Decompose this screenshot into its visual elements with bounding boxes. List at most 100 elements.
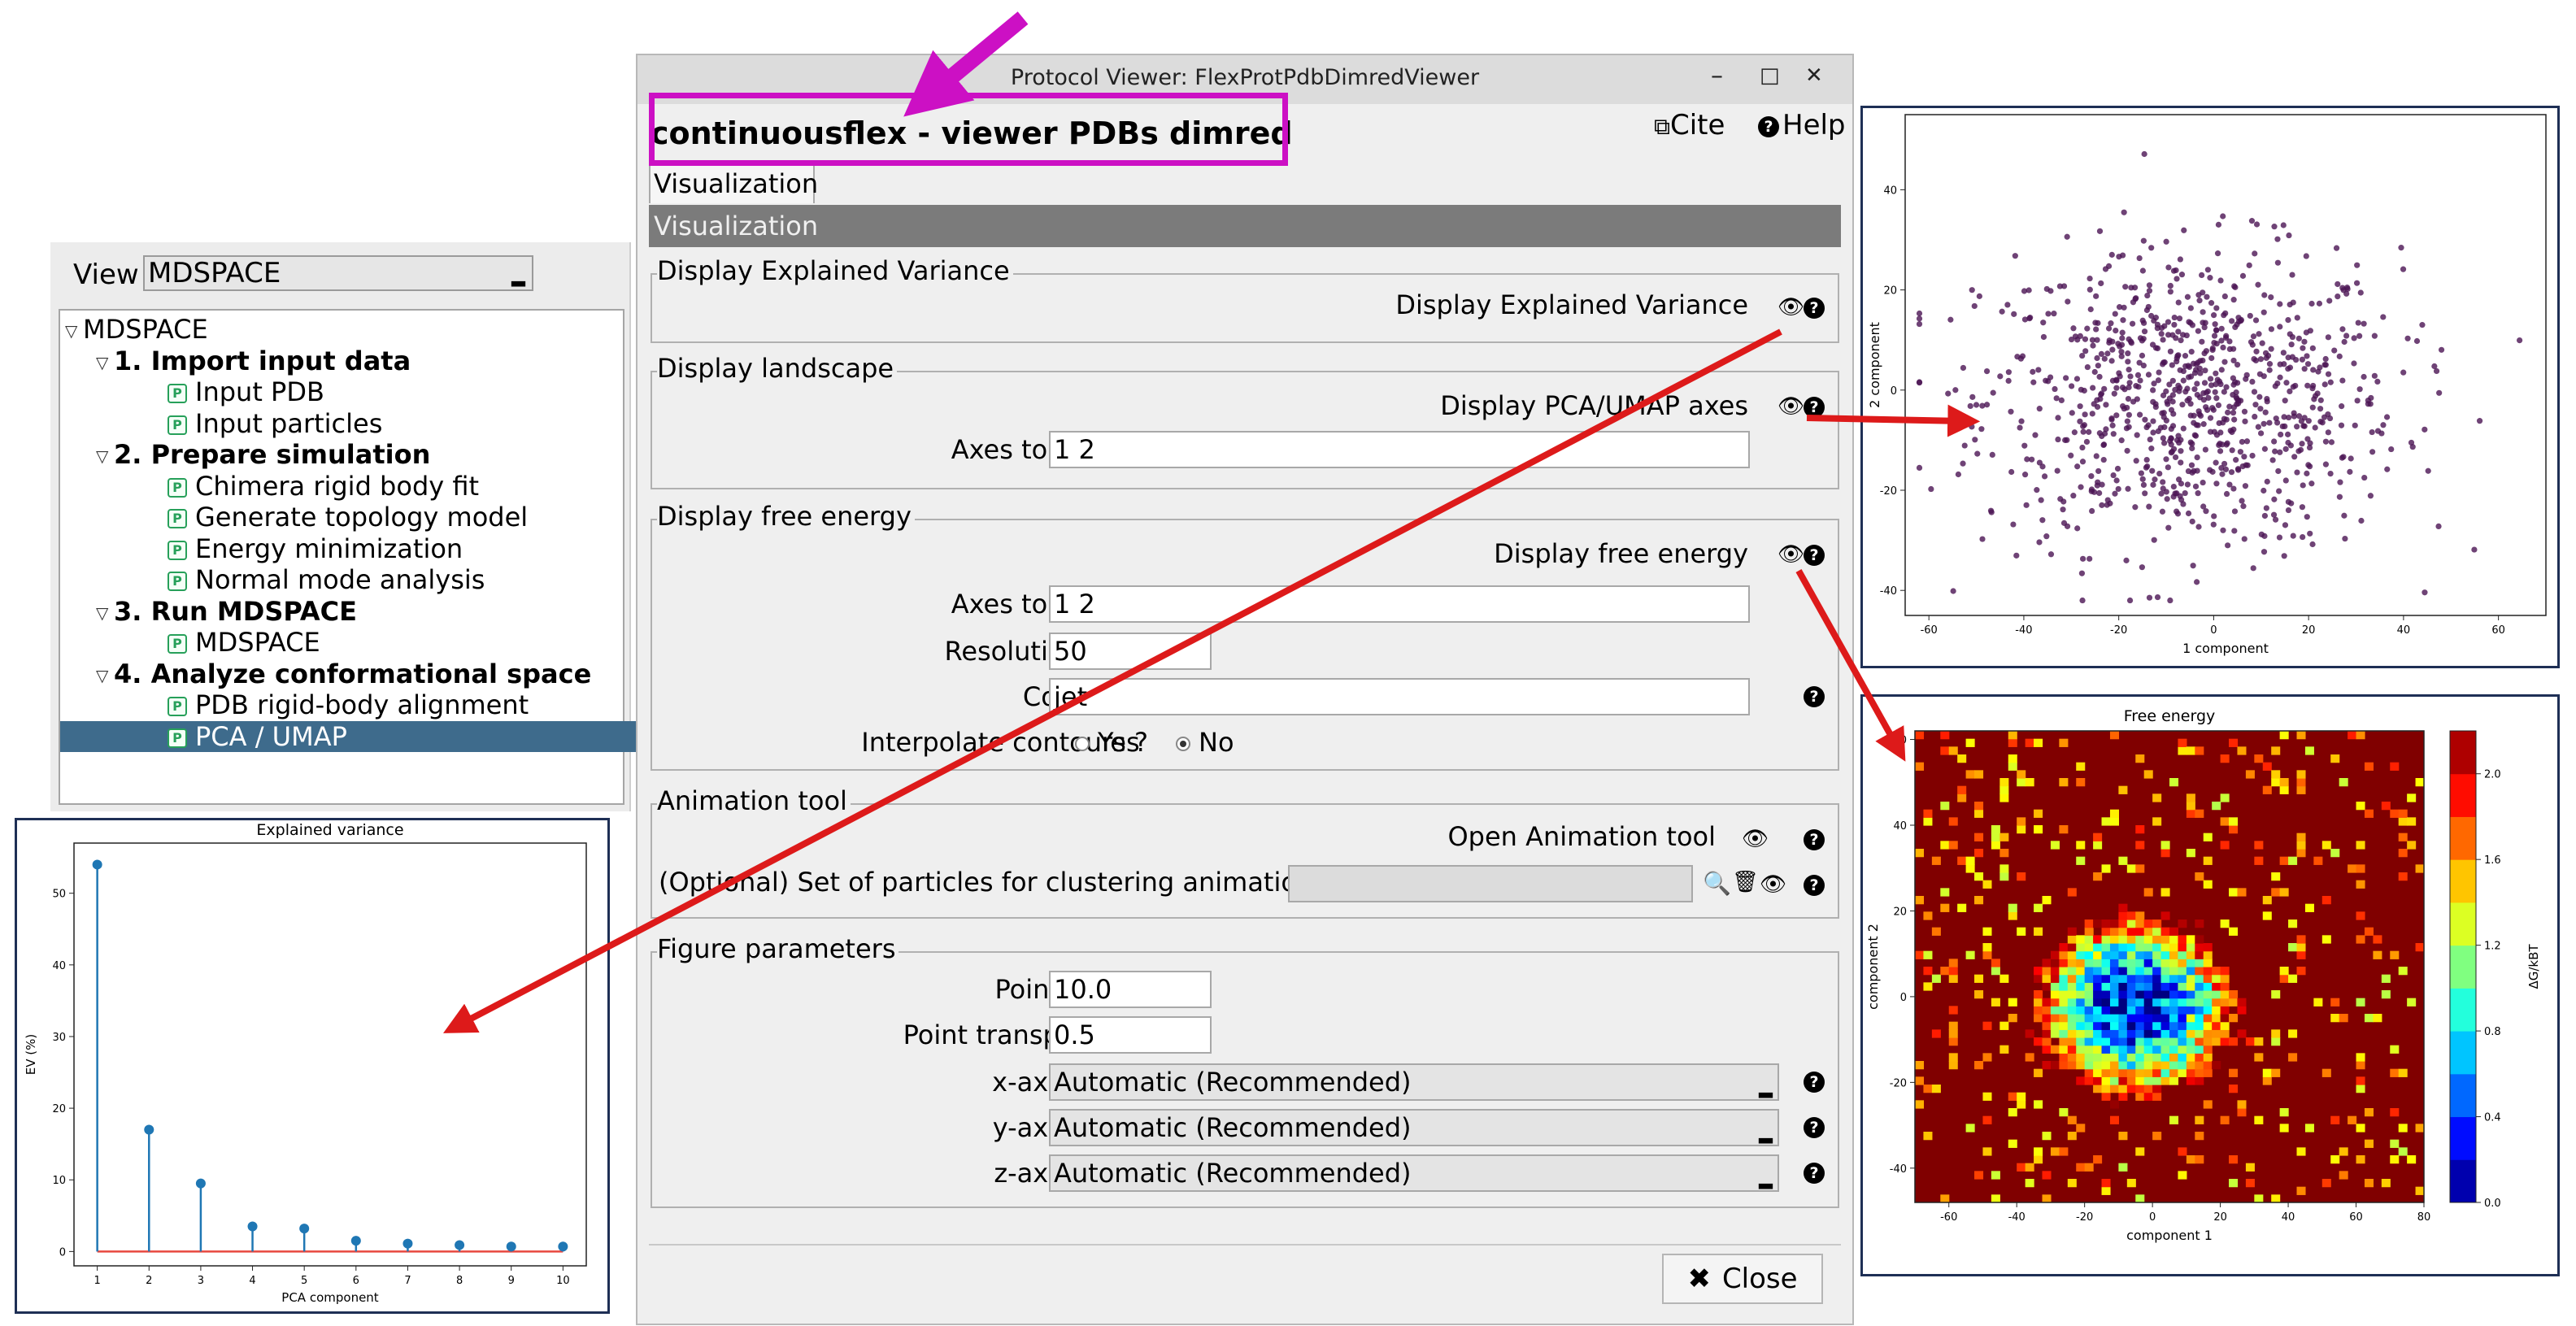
x-tick-label: 80 <box>2417 1211 2431 1224</box>
scatter-point <box>2004 302 2011 308</box>
heatmap-cell <box>2084 1076 2094 1085</box>
expand-toggle-icon[interactable]: ▽ <box>65 315 83 346</box>
y-axis-limits-select[interactable]: Automatic (Recommended) ▂ <box>1049 1109 1779 1146</box>
tree-group[interactable]: ▽ 4. Analyze conformational space <box>96 659 591 689</box>
axes-input[interactable]: 1 2 <box>1049 431 1750 468</box>
scatter-point <box>2241 454 2247 460</box>
eye-icon[interactable]: 👁 <box>1760 874 1786 895</box>
help-icon[interactable]: ? <box>1804 1117 1825 1138</box>
trash-icon[interactable]: 🗑 <box>1732 870 1759 894</box>
help-icon[interactable]: ? <box>1804 298 1825 319</box>
x-axis-limits-select[interactable]: Automatic (Recommended) ▂ <box>1049 1063 1779 1101</box>
help-icon[interactable]: ? <box>1804 875 1825 896</box>
expand-toggle-icon[interactable]: ▽ <box>96 660 114 691</box>
scatter-point <box>2285 354 2291 361</box>
view-select[interactable]: MDSPACE ▂ <box>143 255 533 291</box>
eye-icon[interactable]: 👁 <box>1742 828 1769 850</box>
eye-icon[interactable]: 👁 <box>1778 297 1804 318</box>
heatmap-cell <box>2118 1029 2128 1038</box>
heatmap-cell <box>2348 731 2357 740</box>
heatmap-cell <box>2017 1092 2026 1101</box>
tree-item[interactable]: P Energy minimization <box>168 533 463 564</box>
tree-group[interactable]: ▽ MDSPACE <box>65 314 208 345</box>
scatter-point <box>2277 301 2283 307</box>
eye-icon[interactable]: 👁 <box>1778 396 1804 417</box>
heatmap-cell <box>1931 1029 1941 1038</box>
heatmap-cell <box>2212 1006 2221 1015</box>
scatter-point <box>2146 288 2153 294</box>
heatmap-cell <box>2034 1147 2043 1156</box>
expand-toggle-icon[interactable]: ▽ <box>96 598 114 628</box>
interpolate-yes-radio[interactable] <box>1075 737 1090 751</box>
maximize-button[interactable]: □ <box>1760 63 1780 88</box>
scatter-point <box>2471 546 2478 553</box>
heatmap-cell <box>2296 1186 2306 1195</box>
scatter-point <box>2176 476 2182 483</box>
tree-item[interactable]: P Chimera rigid body fit <box>168 471 479 502</box>
help-icon[interactable]: ? <box>1804 1163 1825 1184</box>
window-close-button[interactable]: ✕ <box>1805 63 1823 88</box>
tree-item[interactable]: P PDB rigid-body alignment <box>168 689 529 720</box>
scatter-point <box>2269 457 2276 463</box>
scatter-point <box>2079 597 2086 604</box>
help-icon[interactable]: ? <box>1804 397 1825 418</box>
heatmap-cell <box>1974 833 1984 841</box>
scatter-point <box>2261 533 2268 539</box>
point-transparency-input[interactable]: 0.5 <box>1049 1016 1212 1054</box>
scatter-point <box>2086 428 2092 435</box>
tree-item[interactable]: P PCA / UMAP <box>60 720 730 752</box>
heatmap-cell <box>1991 825 2000 834</box>
scatter-point <box>2293 356 2300 363</box>
heatmap-cell <box>2042 959 2052 967</box>
eye-icon[interactable]: 👁 <box>1778 544 1804 565</box>
scatter-point <box>1952 387 1959 393</box>
expand-toggle-icon[interactable]: ▽ <box>96 441 114 472</box>
heatmap-cell <box>2050 1029 2060 1038</box>
fe-axes-input[interactable]: 1 2 <box>1049 585 1750 623</box>
heatmap-cell <box>2186 793 2195 802</box>
expand-toggle-icon[interactable]: ▽ <box>96 347 114 378</box>
interpolate-no-radio[interactable] <box>1176 737 1190 751</box>
scatter-point <box>2217 448 2224 454</box>
scatter-point <box>2079 459 2086 465</box>
scatter-point <box>2081 387 2087 394</box>
scatter-point <box>2328 439 2335 446</box>
help-icon[interactable]: ? <box>1804 545 1825 566</box>
heatmap-cell <box>2203 1045 2213 1054</box>
tree-item[interactable]: P Input particles <box>168 408 382 439</box>
help-button[interactable]: ? Help <box>1758 109 1846 141</box>
minimize-button[interactable]: – <box>1711 62 1723 90</box>
tree-item[interactable]: P Generate topology model <box>168 502 528 533</box>
z-axis-limits-select[interactable]: Automatic (Recommended) ▂ <box>1049 1154 1779 1192</box>
scatter-point <box>2056 283 2064 289</box>
tree-group[interactable]: ▽ 3. Run MDSPACE <box>96 596 357 627</box>
scatter-point <box>2383 414 2391 420</box>
heatmap-cell <box>2262 896 2272 905</box>
colorbar-band <box>2450 1116 2476 1160</box>
help-icon[interactable]: ? <box>1804 686 1825 707</box>
scatter-point <box>2142 490 2148 497</box>
tree-group[interactable]: ▽ 2. Prepare simulation <box>96 439 430 470</box>
help-icon[interactable]: ? <box>1804 1072 1825 1093</box>
tab-visualization[interactable]: Visualization <box>649 163 818 203</box>
close-button[interactable]: ✖ Close <box>1662 1254 1823 1304</box>
heatmap-cell <box>2126 1061 2136 1070</box>
tree-item[interactable]: P MDSPACE <box>168 627 320 658</box>
tree-group[interactable]: ▽ 1. Import input data <box>96 346 411 376</box>
heatmap-cell <box>2076 1076 2086 1085</box>
cite-button[interactable]: ⧉Cite <box>1654 109 1725 141</box>
point-radius-input[interactable]: 10.0 <box>1049 971 1212 1008</box>
help-icon[interactable]: ? <box>1804 829 1825 850</box>
heatmap-cell <box>2093 1068 2103 1077</box>
tree-item[interactable]: P Input PDB <box>168 376 324 407</box>
heatmap-cell <box>2381 802 2391 811</box>
clustering-input[interactable] <box>1288 865 1693 902</box>
heatmap-cell <box>1923 1132 1933 1141</box>
heatmap-cell <box>1965 864 1975 873</box>
tree-item[interactable]: P Normal mode analysis <box>168 564 485 595</box>
stem-marker <box>558 1241 568 1252</box>
colormap-input[interactable]: jet <box>1049 678 1750 715</box>
resolution-input[interactable]: 50 <box>1049 633 1212 670</box>
view-select-value: MDSPACE <box>148 257 281 289</box>
search-icon[interactable]: 🔍 <box>1703 870 1731 897</box>
